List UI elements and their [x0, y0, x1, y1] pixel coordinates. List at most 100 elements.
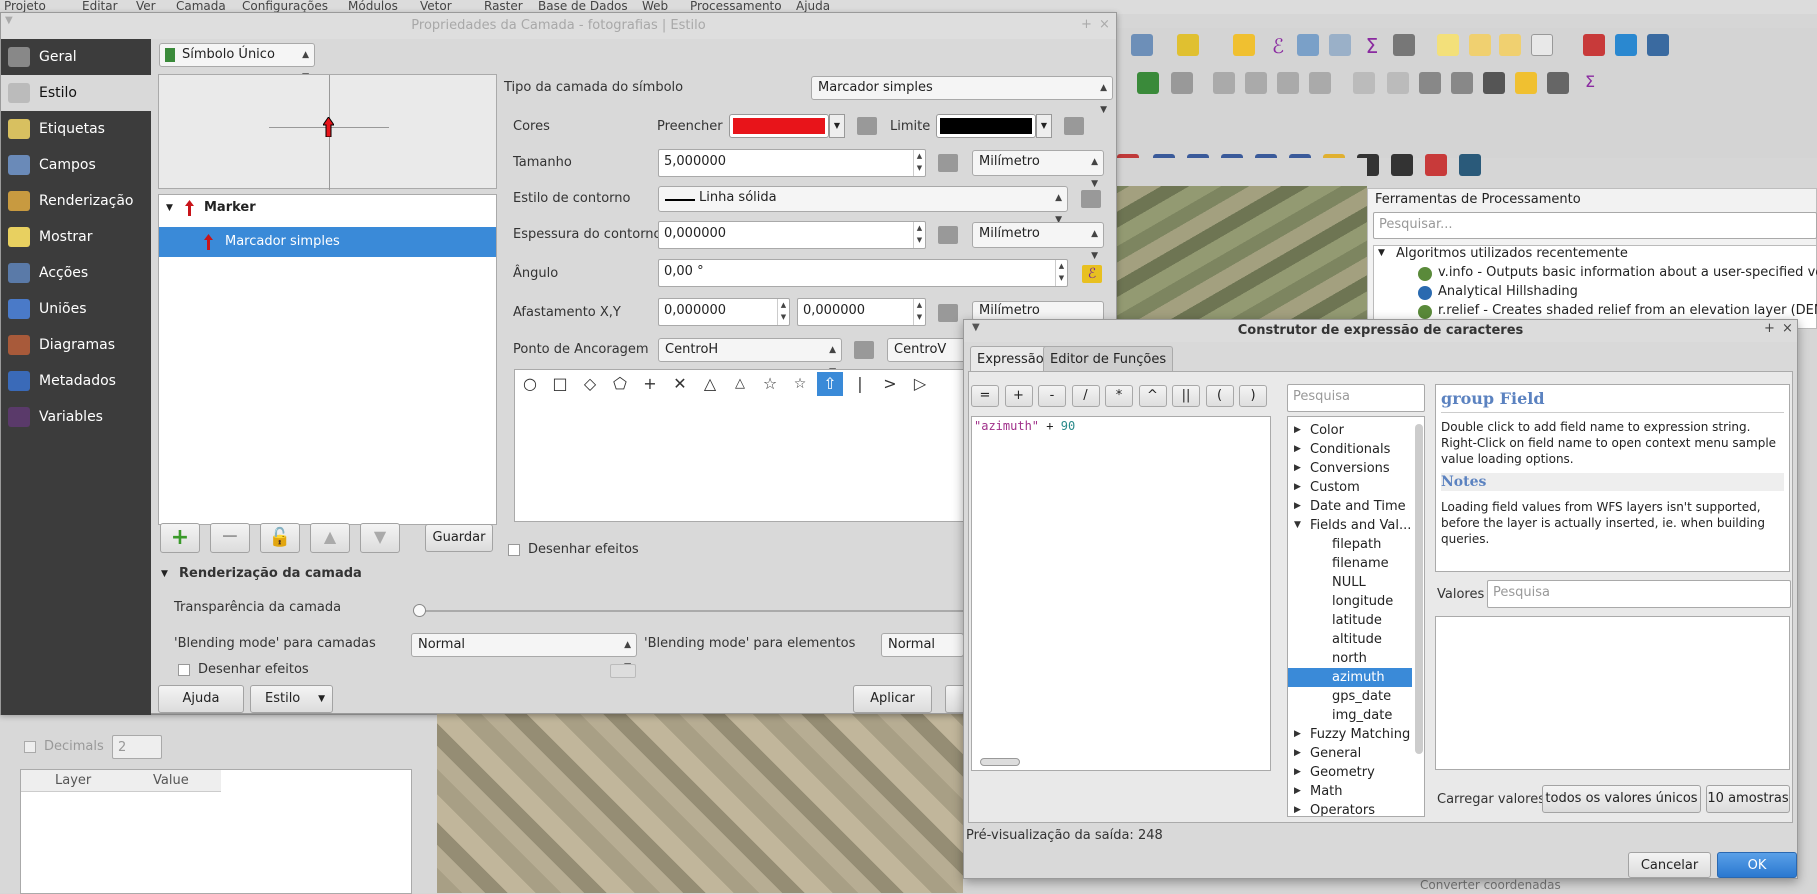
tree-leaf-item[interactable]: NULL	[1288, 573, 1412, 592]
processing-item[interactable]: v.info - Outputs basic information about…	[1438, 265, 1817, 280]
transparency-slider[interactable]	[419, 610, 964, 612]
tree-leaf-item[interactable]: filename	[1288, 554, 1412, 573]
x-shape-icon[interactable]: ✕	[667, 372, 693, 396]
window-menu-icon[interactable]: ▼	[972, 322, 980, 333]
chevron-right-icon[interactable]: ▶	[1294, 782, 1301, 801]
chevron-right-icon[interactable]: ▶	[1294, 744, 1301, 763]
split-icon[interactable]	[1213, 72, 1235, 94]
chevron-right-icon[interactable]: ▶	[1294, 763, 1301, 782]
add-layer-button[interactable]: +	[160, 523, 200, 553]
outline-style-combo[interactable]: Linha sólida ▲ ▼	[658, 186, 1068, 225]
tree-group-item[interactable]: ▶ Color	[1288, 421, 1412, 440]
spin-arrows-icon[interactable]: ▲ ▼	[777, 299, 789, 325]
arrow-shape-icon[interactable]: ⇧	[817, 372, 843, 396]
triangle-shape-icon[interactable]: △	[697, 372, 723, 396]
tree-leaf-item[interactable]: latitude	[1288, 611, 1412, 630]
offset-y-input[interactable]: 0,000000 ▲ ▼	[797, 298, 926, 326]
horizontal-scrollbar[interactable]	[980, 758, 1020, 766]
operator-button[interactable]: +	[1004, 385, 1033, 407]
sidebar-item-geral[interactable]: Geral	[1, 39, 151, 75]
fill-ring-icon[interactable]	[1419, 72, 1441, 94]
statistics-icon[interactable]: Σ	[1361, 34, 1383, 58]
style-button[interactable]: Estilo ▼	[250, 685, 333, 713]
chevron-right-icon[interactable]: ▶	[1294, 478, 1301, 497]
chevron-down-icon[interactable]: ▼	[166, 203, 173, 213]
draw-effects-checkbox[interactable]	[508, 544, 520, 556]
chevron-shape-icon[interactable]: >	[877, 372, 903, 396]
map-canvas-bottom[interactable]	[437, 714, 963, 893]
tree-leaf-item[interactable]: longitude	[1288, 592, 1412, 611]
draw-effects2-checkbox[interactable]	[178, 664, 190, 676]
tree-leaf-item[interactable]: altitude	[1288, 630, 1412, 649]
chevron-right-icon[interactable]: ▶	[1294, 459, 1301, 478]
chevron-down-icon[interactable]: ▼	[161, 569, 168, 579]
processing-bottom-item[interactable]: Converter coordenadas	[1420, 878, 1561, 892]
chevron-right-icon[interactable]: ▶	[1294, 421, 1301, 440]
decimals-checkbox[interactable]	[24, 741, 36, 753]
tab-function-editor[interactable]: Editor de Funções	[1043, 346, 1174, 372]
operator-button[interactable]: (	[1205, 385, 1234, 407]
window-menu-icon[interactable]: ▼	[5, 15, 13, 26]
delete-ring-icon[interactable]	[1353, 72, 1375, 94]
sidebar-item-metadados[interactable]: Metadados	[1, 363, 151, 399]
tree-group-item[interactable]: ▶ Geometry	[1288, 763, 1412, 782]
pentagon-shape-icon[interactable]: ⬠	[607, 372, 633, 396]
book-icon[interactable]	[1459, 154, 1481, 176]
tree-group-item[interactable]: ▶ Date and Time	[1288, 497, 1412, 516]
remove-layer-button[interactable]: −	[210, 523, 250, 553]
label-icon[interactable]	[1515, 72, 1537, 94]
anchor-v-combo[interactable]: CentroV	[887, 338, 967, 362]
identify-icon[interactable]	[1131, 34, 1153, 56]
operator-button[interactable]: =	[971, 385, 999, 407]
sidebar-item-acções[interactable]: Acções	[1, 255, 151, 291]
operator-button[interactable]: *	[1105, 385, 1133, 407]
sidebar-item-uniões[interactable]: Uniões	[1, 291, 151, 327]
size-input[interactable]: 5,000000 ▲ ▼	[658, 149, 926, 177]
operator-button[interactable]: -	[1038, 385, 1066, 407]
bookmark-icon[interactable]	[1469, 34, 1491, 56]
vertex-tool-icon[interactable]	[1171, 72, 1193, 94]
sidebar-item-variables[interactable]: Variables	[1, 399, 151, 435]
processing-search-input[interactable]: Pesquisar...	[1373, 212, 1817, 239]
tree-group-item[interactable]: ▶ General	[1288, 744, 1412, 763]
chevron-down-icon[interactable]: ▼	[1378, 248, 1385, 258]
offset-icon[interactable]	[1277, 72, 1299, 94]
spin-arrows-icon[interactable]: ▲ ▼	[913, 299, 925, 325]
apply-button[interactable]: Aplicar	[853, 685, 932, 713]
digitize-icon[interactable]	[1137, 72, 1159, 94]
tree-group-item[interactable]: ▶ Fuzzy Matching	[1288, 725, 1412, 744]
new-bookmark-icon[interactable]	[1499, 34, 1521, 56]
tree-group-item[interactable]: ▶ Conditionals	[1288, 440, 1412, 459]
deselect-icon[interactable]	[1233, 34, 1255, 56]
small-triangle-shape-icon[interactable]: △	[727, 372, 753, 396]
data-defined-icon[interactable]	[938, 154, 958, 172]
stroke-color-button[interactable]	[936, 114, 1036, 138]
col-layer[interactable]: Layer	[55, 773, 91, 788]
field-calculator-icon[interactable]	[1329, 34, 1351, 56]
delete-part-icon[interactable]	[1387, 72, 1409, 94]
chevron-right-icon[interactable]: ▶	[1294, 497, 1301, 516]
square-shape-icon[interactable]: □	[547, 372, 573, 396]
tree-leaf-item[interactable]: img_date	[1288, 706, 1412, 725]
reshape-icon[interactable]	[1245, 72, 1267, 94]
data-defined-icon[interactable]	[1081, 190, 1101, 208]
grid-icon[interactable]	[1483, 72, 1505, 94]
close-icon[interactable]: ×	[1782, 321, 1793, 336]
chevron-down-icon[interactable]: ▼	[1294, 516, 1301, 535]
sidebar-item-mostrar[interactable]: Mostrar	[1, 219, 151, 255]
tree-leaf-item[interactable]: filepath	[1288, 535, 1412, 554]
operator-button[interactable]: ^	[1138, 385, 1167, 407]
angle-input[interactable]: 0,00 ° ▲ ▼	[658, 259, 1068, 287]
data-defined-icon[interactable]	[938, 304, 958, 322]
outline-width-unit-combo[interactable]: Milímetro ▲ ▼	[972, 222, 1104, 261]
save-button[interactable]: Guardar	[425, 524, 493, 552]
blend-features-combo[interactable]: Normal	[881, 633, 964, 657]
pen-icon[interactable]	[1425, 154, 1447, 176]
text-annotation-icon[interactable]	[1531, 34, 1553, 56]
vertical-scrollbar[interactable]	[1415, 424, 1423, 754]
all-unique-button[interactable]: todos os valores únicos	[1542, 785, 1701, 813]
tree-group-item[interactable]: ▶ Conversions	[1288, 459, 1412, 478]
cancel-button[interactable]: Cancelar	[1628, 852, 1711, 878]
values-search-input[interactable]: Pesquisa	[1487, 580, 1791, 608]
slider-handle[interactable]	[413, 604, 426, 617]
